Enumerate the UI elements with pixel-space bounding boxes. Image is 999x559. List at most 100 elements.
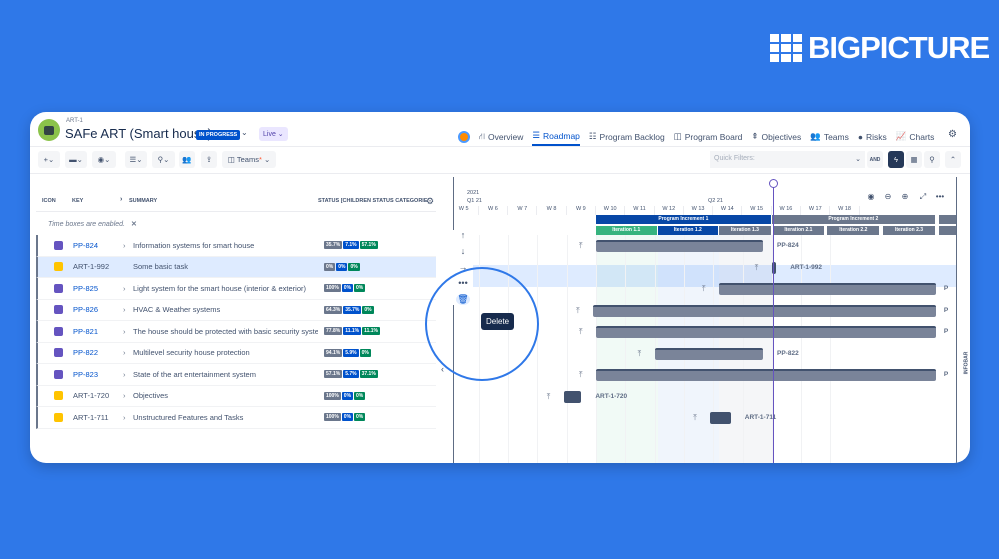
expand-chevron-icon[interactable]: › — [123, 327, 133, 336]
issue-key[interactable]: PP-825 — [73, 284, 113, 293]
upload-icon[interactable]: ⤒ — [693, 413, 697, 423]
table-row[interactable]: PP-826 › HVAC & Weather systems 64.3% 35.… — [36, 299, 436, 321]
expand-all-icon[interactable]: › — [120, 196, 122, 203]
issue-summary[interactable]: HVAC & Weather systems — [133, 305, 318, 314]
issue-summary[interactable]: Multilevel security house protection — [133, 348, 318, 357]
people-button[interactable]: 👥 — [179, 151, 195, 168]
upload-icon[interactable]: ⤒ — [579, 327, 583, 337]
upload-icon[interactable]: ⤒ — [702, 284, 706, 294]
infobar-toggle[interactable]: INFOBAR — [963, 352, 969, 375]
upload-icon[interactable]: ⤒ — [547, 392, 551, 402]
link-button[interactable]: ⚲⌄ — [152, 151, 175, 168]
issue-summary[interactable]: The house should be protected with basic… — [133, 327, 318, 336]
today-marker-icon[interactable] — [768, 179, 778, 188]
gantt-bar[interactable] — [710, 412, 731, 424]
col-header-status[interactable]: STATUS [CHILDREN STATUS CATEGORIE — [318, 198, 428, 204]
live-dropdown[interactable]: Live ⌄ — [259, 127, 288, 141]
expand-chevron-icon[interactable]: › — [123, 413, 133, 422]
focus-today-icon[interactable]: ◉ — [864, 192, 878, 201]
gantt-bar[interactable] — [719, 283, 936, 295]
iteration[interactable]: Iteration 1.2 — [657, 226, 719, 235]
gantt-bar[interactable] — [593, 304, 936, 317]
issue-key[interactable]: PP-821 — [73, 327, 113, 336]
iteration[interactable]: Iteration 2.1 — [773, 226, 824, 235]
status-badge[interactable]: IN PROGRESS — [196, 130, 241, 140]
teams-dropdown[interactable]: ◫ Teams * ⌄ — [222, 151, 276, 168]
tab-teams[interactable]: 👥 Teams — [810, 128, 849, 145]
table-row[interactable]: PP-825 › Light system for the smart hous… — [36, 278, 436, 300]
table-row[interactable]: PP-821 › The house should be protected w… — [36, 321, 436, 343]
table-row[interactable]: ART-1-711 › Unstructured Features and Ta… — [36, 407, 436, 429]
issue-key[interactable]: PP-826 — [73, 305, 113, 314]
collapse-button[interactable]: ⌃ — [945, 151, 961, 168]
close-icon[interactable]: ✕ — [131, 221, 137, 228]
view-button[interactable]: ◉⌄ — [92, 151, 116, 168]
expand-chevron-icon[interactable]: › — [123, 284, 133, 293]
issue-key[interactable]: ART-1-992 — [73, 262, 113, 271]
column-settings-icon[interactable]: ⚙ — [426, 196, 434, 207]
expand-chevron-icon[interactable]: › — [123, 241, 133, 250]
col-header-key[interactable]: KEY — [72, 198, 83, 204]
tab-objectives[interactable]: ⇞ Objectives — [751, 128, 801, 145]
table-row[interactable]: PP-824 › Information systems for smart h… — [36, 235, 436, 257]
expand-chevron-icon[interactable]: › — [123, 348, 133, 357]
issue-key[interactable]: ART-1-720 — [73, 391, 113, 400]
issue-summary[interactable]: Objectives — [133, 391, 318, 400]
issue-summary[interactable]: Information systems for smart house — [133, 241, 318, 250]
iteration[interactable]: Iteration 1.1 — [596, 226, 657, 235]
tab-charts[interactable]: 📈 Charts — [896, 128, 935, 145]
table-row[interactable]: ART-1-720 › Objectives 100% 0% 0% — [36, 385, 436, 407]
table-row[interactable]: PP-822 › Multilevel security house prote… — [36, 342, 436, 364]
add-button[interactable]: +⌄ — [38, 151, 60, 168]
tab-roadmap[interactable]: ☰ Roadmap — [532, 127, 580, 146]
expand-chevron-icon[interactable]: › — [123, 391, 133, 400]
issue-key[interactable]: ART-1-711 — [73, 413, 113, 422]
lightning-button[interactable]: ϟ — [888, 151, 904, 168]
zoom-out-icon[interactable]: ⊖ — [881, 192, 895, 201]
gantt-bar[interactable] — [596, 240, 763, 252]
gear-icon[interactable]: ⚙ — [948, 129, 957, 140]
gantt-bar[interactable] — [596, 369, 936, 381]
gantt-bar[interactable] — [563, 390, 582, 403]
issue-key[interactable]: PP-823 — [73, 370, 113, 379]
more-icon[interactable]: ••• — [933, 192, 947, 201]
quick-filters-input[interactable]: Quick Filters: ⌄ — [710, 151, 865, 168]
upload-icon[interactable]: ⤒ — [579, 370, 583, 380]
move-up-icon[interactable]: ↑ — [461, 230, 466, 240]
export-button[interactable]: ⇪ — [201, 151, 217, 168]
program-increment[interactable]: Program Increment 2 — [771, 215, 935, 224]
upload-icon[interactable]: ⤒ — [638, 349, 642, 359]
iteration[interactable] — [938, 226, 957, 235]
upload-icon[interactable]: ⤒ — [576, 306, 580, 316]
iteration[interactable] — [938, 215, 957, 224]
table-row[interactable]: ART-1-992 Some basic task 0% 0% 0% — [36, 256, 436, 278]
tab-risks[interactable]: ● Risks — [858, 129, 887, 145]
table-row[interactable]: PP-823 › State of the art entertainment … — [36, 364, 436, 386]
upload-icon[interactable]: ⤒ — [579, 241, 583, 251]
tab-overview[interactable]: ⛙ Overview — [479, 128, 523, 146]
expand-chevron-icon[interactable]: › — [123, 305, 133, 314]
program-increment[interactable]: Program Increment 1 — [596, 215, 771, 224]
search-button[interactable]: ⚲ — [924, 151, 940, 168]
col-header-summary[interactable]: SUMMARY — [129, 198, 157, 204]
upload-icon[interactable]: ⤒ — [755, 263, 759, 273]
iteration[interactable]: Iteration 1.3 — [719, 226, 771, 235]
calendar-button[interactable]: ▦ — [906, 151, 922, 168]
issue-summary[interactable]: State of the art entertainment system — [133, 370, 318, 379]
columns-button[interactable]: ☰⌄ — [125, 151, 147, 168]
move-down-icon[interactable]: ↓ — [461, 246, 466, 256]
and-toggle[interactable]: AND — [867, 151, 883, 168]
iteration[interactable]: Iteration 2.2 — [827, 226, 880, 235]
gantt-bar[interactable] — [654, 347, 763, 360]
folder-button[interactable]: ▬⌄ — [65, 151, 87, 168]
tab-program-backlog[interactable]: ☷ Program Backlog — [589, 128, 665, 145]
zoom-in-icon[interactable]: ⊕ — [898, 192, 912, 201]
expand-chevron-icon[interactable]: › — [123, 370, 133, 379]
chevron-down-icon[interactable]: ⌄ — [241, 128, 248, 137]
expand-icon[interactable]: ⤢ — [916, 192, 930, 202]
issue-summary[interactable]: Light system for the smart house (interi… — [133, 284, 318, 293]
issue-summary[interactable]: Unstructured Features and Tasks — [133, 413, 318, 422]
tab-program-board[interactable]: ◫ Program Board — [674, 128, 743, 145]
issue-key[interactable]: PP-824 — [73, 241, 113, 250]
issue-summary[interactable]: Some basic task — [133, 262, 318, 271]
